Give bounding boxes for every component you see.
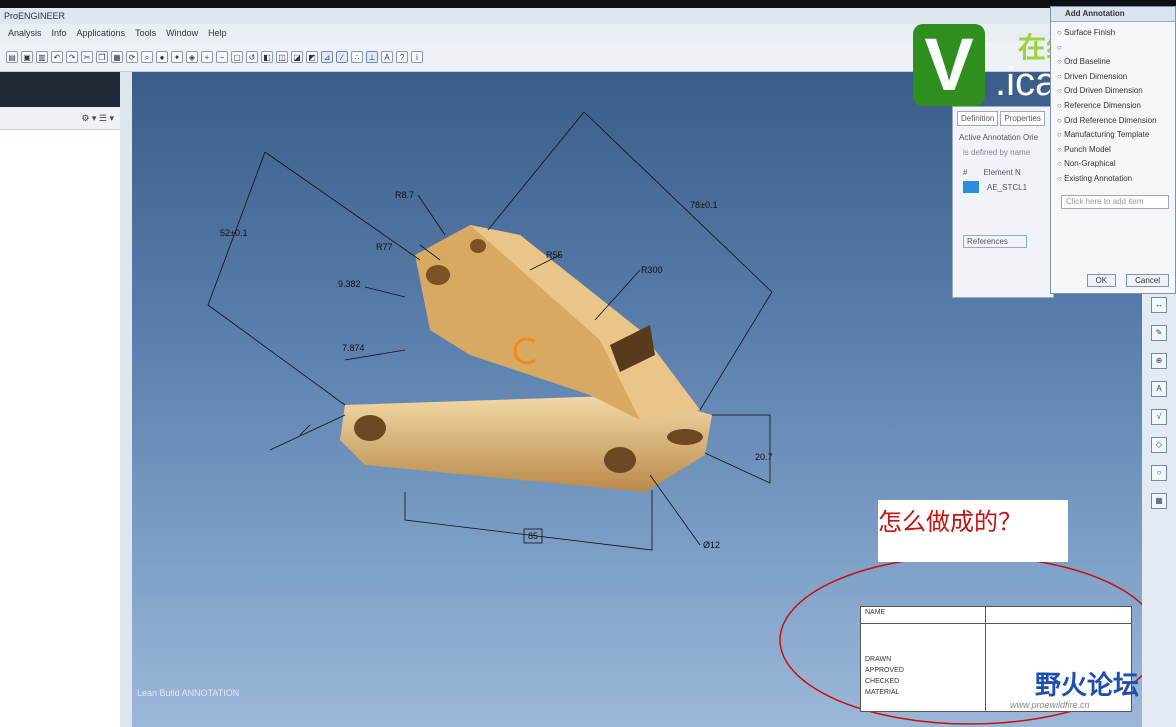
title-row-drawn: DRAWN: [865, 656, 892, 663]
shade-icon[interactable]: ●: [156, 50, 168, 63]
regenerate-icon[interactable]: ⟳: [126, 50, 138, 63]
option-reference-dimension[interactable]: Reference Dimension: [1057, 99, 1175, 114]
menu-analysis[interactable]: Analysis: [8, 28, 42, 38]
option-ord-baseline[interactable]: Ord Baseline: [1057, 55, 1175, 70]
annotation-properties-dialog: Definition Properties Active Annotation …: [952, 106, 1054, 298]
model-tree-panel: ⚙ ▾ ☰ ▾: [0, 107, 121, 727]
table-tool-icon[interactable]: ▦: [1151, 493, 1167, 509]
properties-tabs: Definition Properties: [953, 107, 1053, 130]
handwritten-question-note: 怎么做成的？: [878, 500, 1068, 562]
hidden-line-icon[interactable]: ◪: [291, 50, 303, 63]
option-ord-reference-dimension[interactable]: Ord Reference Dimension: [1057, 114, 1175, 129]
datum-tag-icon[interactable]: A: [1151, 381, 1167, 397]
refit-icon[interactable]: ▢: [231, 50, 243, 63]
option-existing-annotation[interactable]: Existing Annotation: [1057, 172, 1175, 187]
option-driven-dimension[interactable]: Driven Dimension: [1057, 70, 1175, 85]
menu-help[interactable]: Help: [208, 28, 227, 38]
option-manufacturing-template[interactable]: Manufacturing Template: [1057, 128, 1175, 143]
option-punch-model[interactable]: Punch Model: [1057, 143, 1175, 158]
find-icon[interactable]: ⌕: [141, 50, 153, 63]
copy-icon[interactable]: ❐: [96, 50, 108, 63]
menu-applications[interactable]: Applications: [77, 28, 126, 38]
watermark-logo-v: V: [913, 24, 985, 106]
menu-bar: Analysis Info Applications Tools Window …: [0, 24, 1176, 42]
ok-button[interactable]: OK: [1086, 274, 1117, 287]
orientation-field[interactable]: Active Annotation Orie: [953, 130, 1053, 145]
no-hidden-icon[interactable]: ◩: [306, 50, 318, 63]
cut-icon[interactable]: ✂: [81, 50, 93, 63]
annotation-type-list: Surface Finish Ord Baseline Driven Dimen…: [1051, 26, 1175, 187]
tree-settings-icon[interactable]: ⚙ ▾ ☰ ▾: [81, 113, 114, 124]
panel-splitter[interactable]: [120, 72, 132, 727]
dialog-title: Add Annotation: [1051, 7, 1175, 22]
gtol-tool-icon[interactable]: ⊕: [1151, 353, 1167, 369]
option-ord-driven-dimension[interactable]: Ord Driven Dimension: [1057, 84, 1175, 99]
title-block-name: NAME: [861, 607, 1131, 624]
cancel-button[interactable]: Cancel: [1126, 274, 1169, 287]
add-item-input[interactable]: Click here to add item: [1061, 194, 1169, 209]
annotation-display-icon[interactable]: A: [381, 50, 393, 63]
window-title: ProENGINEER: [0, 8, 1176, 24]
surface-finish-icon[interactable]: √: [1151, 409, 1167, 425]
element-swatch: [963, 181, 979, 193]
zoom-out-icon[interactable]: −: [216, 50, 228, 63]
element-name: AE_STCL1: [987, 182, 1028, 192]
datum-axes-icon[interactable]: ∕: [336, 50, 348, 63]
symbol-tool-icon[interactable]: ◇: [1151, 437, 1167, 453]
datum-points-icon[interactable]: ∴: [351, 50, 363, 63]
wireframe-icon[interactable]: ◫: [276, 50, 288, 63]
context-help-icon[interactable]: ?: [396, 50, 408, 63]
option-surface-finish[interactable]: Surface Finish: [1057, 26, 1175, 41]
menu-tools[interactable]: Tools: [135, 28, 156, 38]
menu-window[interactable]: Window: [166, 28, 198, 38]
references-button[interactable]: References: [963, 235, 1027, 248]
add-annotation-dialog: Add Annotation Surface Finish Ord Baseli…: [1050, 6, 1176, 294]
option-hidden[interactable]: [1057, 41, 1175, 56]
table-row[interactable]: AE_STCL1: [953, 179, 1053, 195]
zoom-in-icon[interactable]: +: [201, 50, 213, 63]
option-non-graphical[interactable]: Non-Graphical: [1057, 157, 1175, 172]
print-icon[interactable]: ▥: [36, 50, 48, 63]
note-tool-icon[interactable]: ✎: [1151, 325, 1167, 341]
paste-icon[interactable]: ▦: [111, 50, 123, 63]
view-manager-icon[interactable]: ◧: [261, 50, 273, 63]
viewport-label: Lean Build ANNOTATION: [137, 688, 240, 698]
balloon-tool-icon[interactable]: ○: [1151, 465, 1167, 481]
element-table-header: # Element N: [953, 160, 1053, 179]
screen-top-edge: [0, 0, 1176, 8]
csys-icon[interactable]: ⊥: [366, 50, 378, 63]
redo-icon[interactable]: ↷: [66, 50, 78, 63]
dimension-tool-icon[interactable]: ↔: [1151, 297, 1167, 313]
repaint-icon[interactable]: ↺: [246, 50, 258, 63]
tab-properties[interactable]: Properties: [1000, 111, 1045, 126]
forum-watermark-url: www.proewildfire.cn: [1010, 700, 1090, 710]
dialog-buttons: OK Cancel: [1086, 274, 1169, 287]
col-element: Element N: [983, 168, 1021, 177]
model-tree-header: ⚙ ▾ ☰ ▾: [0, 107, 120, 130]
save-icon[interactable]: ▣: [21, 50, 33, 63]
col-number: #: [963, 168, 968, 177]
info-icon[interactable]: i: [411, 50, 423, 63]
undo-icon[interactable]: ↶: [51, 50, 63, 63]
datum-planes-icon[interactable]: ⊿: [321, 50, 333, 63]
open-icon[interactable]: ▤: [6, 50, 18, 63]
spin-center-icon[interactable]: ✦: [171, 50, 183, 63]
tab-definition[interactable]: Definition: [957, 111, 999, 126]
menu-info[interactable]: Info: [52, 28, 67, 38]
forum-watermark: 野火论坛: [1035, 670, 1140, 700]
orient-icon[interactable]: ◈: [186, 50, 198, 63]
name-field[interactable]: is defined by name: [953, 145, 1053, 160]
